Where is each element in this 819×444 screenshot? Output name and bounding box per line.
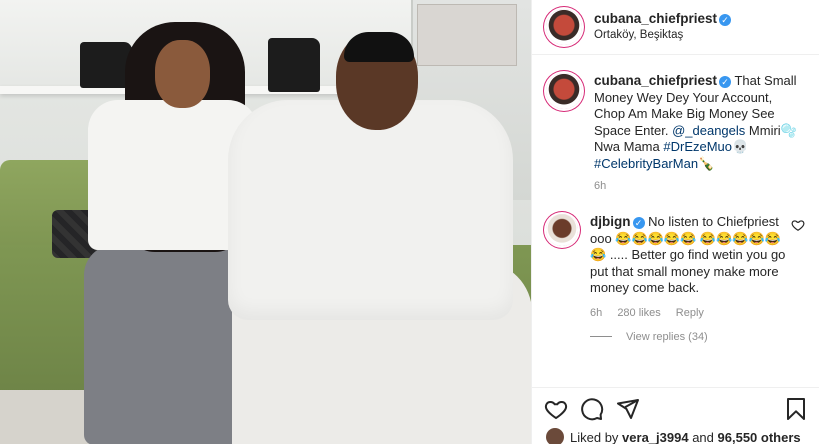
- laughing-emojis-a: 😂😂😂😂😂: [615, 230, 697, 246]
- bubbles-emoji: 🫧: [780, 122, 797, 138]
- likes-summary: Liked by vera_j3994 and 96,550 others: [546, 428, 801, 444]
- likes-middle: and: [692, 429, 714, 444]
- view-replies-button[interactable]: View replies (34): [590, 331, 819, 343]
- view-replies-label: View replies (34): [626, 330, 708, 343]
- commenter-username[interactable]: djbign: [590, 214, 631, 229]
- likes-prefix: Liked by: [570, 429, 619, 444]
- comment-like-count[interactable]: 280 likes: [617, 307, 660, 319]
- bottle-emoji: 🍾: [698, 155, 715, 171]
- caption-text: cubana_chiefpriest ✓ That Small Money Wey…: [594, 73, 804, 172]
- caption-hashtag-barman[interactable]: #CelebrityBarMan: [594, 156, 698, 171]
- photo-poster: [417, 4, 517, 66]
- skull-emoji: 💀: [732, 139, 749, 154]
- liker-username[interactable]: vera_j3994: [622, 430, 689, 444]
- post-header: cubana_chiefpriest ✓ Ortaköy, Beşiktaş: [532, 0, 819, 55]
- share-icon[interactable]: [616, 397, 640, 421]
- caption-body-2: Mmiri: [748, 122, 781, 138]
- caption-timestamp[interactable]: 6h: [594, 180, 819, 192]
- verified-badge-icon: ✓: [719, 76, 732, 88]
- liker-avatar[interactable]: [546, 428, 564, 444]
- author-avatar[interactable]: [546, 9, 582, 45]
- comment-reply-button[interactable]: Reply: [676, 307, 704, 319]
- comment-text: djbign ✓ No listen to Chiefpriest ooo 😂😂😂…: [590, 214, 788, 297]
- photo-man-hair: [344, 32, 414, 62]
- heart-icon[interactable]: [544, 397, 568, 421]
- caption-hashtag-dr[interactable]: #DrEzeMuo: [663, 139, 732, 154]
- post-location[interactable]: Ortaköy, Beşiktaş: [594, 28, 731, 42]
- caption-body-3: Nwa Mama: [594, 139, 660, 154]
- post-photo[interactable]: [0, 0, 531, 444]
- comment-like-heart-icon[interactable]: [791, 218, 805, 232]
- post-header-meta: cubana_chiefpriest ✓ Ortaköy, Beşiktaş: [594, 11, 732, 42]
- commenter-avatar[interactable]: [546, 214, 578, 246]
- post-side-panel: cubana_chiefpriest ✓ Ortaköy, Beşiktaş cu…: [531, 0, 819, 444]
- photo-woman-face: [155, 40, 210, 108]
- view-replies-line: [590, 336, 612, 337]
- caption-mention[interactable]: @_deangels: [672, 123, 745, 138]
- photo-man-shirt: [228, 100, 513, 320]
- post-caption: cubana_chiefpriest ✓ That Small Money Wey…: [532, 55, 819, 172]
- caption-author[interactable]: cubana_chiefpriest: [594, 73, 717, 88]
- verified-badge-icon: ✓: [719, 14, 732, 27]
- instagram-post: cubana_chiefpriest ✓ Ortaköy, Beşiktaş cu…: [0, 0, 819, 444]
- comment-meta: 6h 280 likes Reply: [590, 307, 819, 319]
- comment-item: djbign ✓ No listen to Chiefpriest ooo 😂😂😂…: [532, 192, 819, 297]
- photo-boot-right: [268, 38, 320, 92]
- post-actions-bar: [532, 387, 819, 429]
- comment-icon[interactable]: [580, 397, 604, 421]
- comment-timestamp[interactable]: 6h: [590, 307, 602, 319]
- caption-author-avatar[interactable]: [546, 73, 582, 109]
- author-username[interactable]: cubana_chiefpriest: [594, 11, 717, 26]
- comment-body-b: ..... Better go find wetin you go put th…: [590, 247, 786, 295]
- bookmark-icon[interactable]: [784, 397, 808, 421]
- likes-count[interactable]: 96,550 others: [718, 430, 801, 444]
- verified-badge-icon: ✓: [632, 217, 645, 229]
